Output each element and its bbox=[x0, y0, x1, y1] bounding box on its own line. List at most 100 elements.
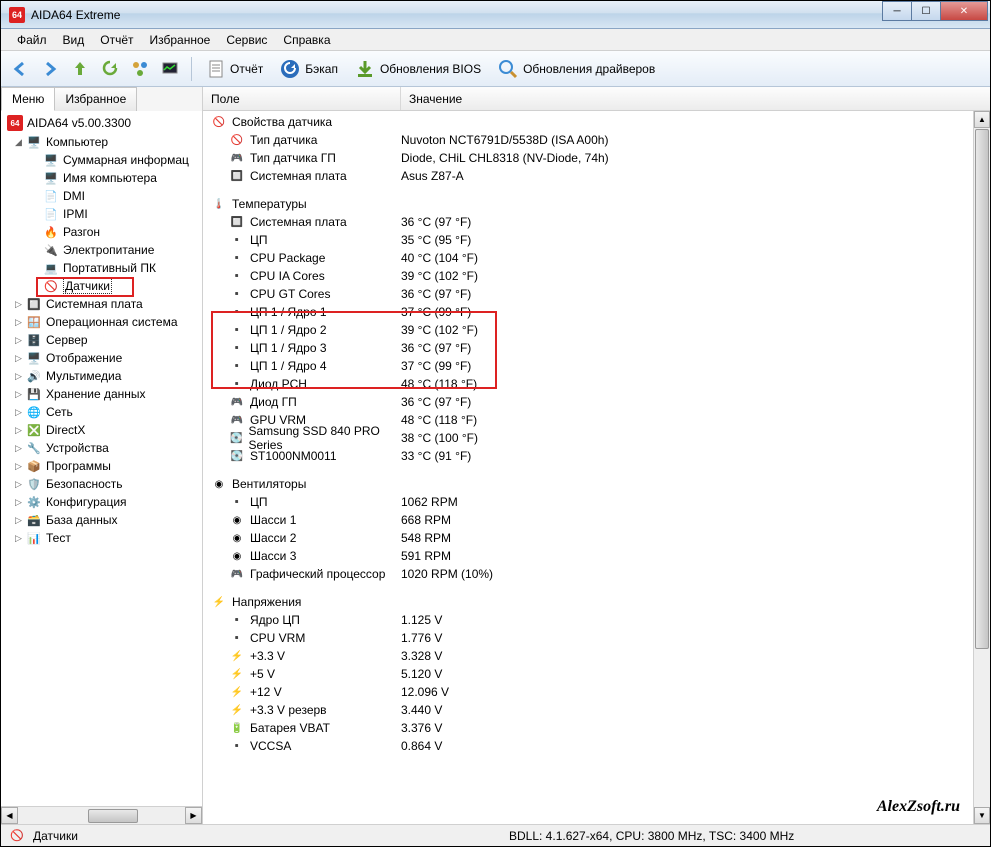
data-row[interactable]: ▪️CPU VRM1.776 V bbox=[211, 629, 990, 647]
data-row[interactable]: 🎮Тип датчика ГПDiode, CHiL CHL8318 (NV-D… bbox=[211, 149, 990, 167]
menu-report[interactable]: Отчёт bbox=[92, 30, 141, 50]
tree-test[interactable]: ▷📊Тест bbox=[1, 529, 202, 547]
data-row[interactable]: ▪️Диод PCH48 °C (118 °F) bbox=[211, 375, 990, 393]
maximize-button[interactable]: ☐ bbox=[911, 1, 941, 21]
expand-icon[interactable]: ▷ bbox=[13, 317, 24, 328]
data-row[interactable]: ▪️VCCSA0.864 V bbox=[211, 737, 990, 755]
expand-icon[interactable]: ▷ bbox=[13, 335, 24, 346]
toolbar-icon-monitor[interactable] bbox=[157, 56, 183, 82]
expand-icon[interactable]: ▷ bbox=[13, 389, 24, 400]
expand-icon[interactable]: ▷ bbox=[13, 407, 24, 418]
scroll-down-button[interactable]: ▼ bbox=[974, 807, 990, 824]
data-row[interactable]: ◉Шасси 2548 RPM bbox=[211, 529, 990, 547]
tree-item-summary[interactable]: 🖥️Суммарная информац bbox=[1, 151, 202, 169]
data-row[interactable]: ▪️ЦП 1 / Ядро 137 °C (99 °F) bbox=[211, 303, 990, 321]
data-row[interactable]: ◉Шасси 3591 RPM bbox=[211, 547, 990, 565]
back-button[interactable] bbox=[7, 56, 33, 82]
expand-icon[interactable]: ▷ bbox=[13, 353, 24, 364]
data-row[interactable]: ▪️CPU Package40 °C (104 °F) bbox=[211, 249, 990, 267]
refresh-button[interactable] bbox=[97, 56, 123, 82]
expand-icon[interactable]: ▷ bbox=[13, 299, 24, 310]
tree-software[interactable]: ▷📦Программы bbox=[1, 457, 202, 475]
tree-config[interactable]: ▷⚙️Конфигурация bbox=[1, 493, 202, 511]
backup-button[interactable]: Бэкап bbox=[273, 55, 344, 83]
tree-display[interactable]: ▷🖥️Отображение bbox=[1, 349, 202, 367]
tree-directx[interactable]: ▷❎DirectX bbox=[1, 421, 202, 439]
tree-storage[interactable]: ▷💾Хранение данных bbox=[1, 385, 202, 403]
tree-devices[interactable]: ▷🔧Устройства bbox=[1, 439, 202, 457]
tree-root[interactable]: 64 AIDA64 v5.00.3300 bbox=[1, 113, 202, 133]
expand-icon[interactable]: ▷ bbox=[13, 515, 24, 526]
horizontal-scrollbar[interactable]: ◀ ▶ bbox=[1, 806, 202, 824]
data-row[interactable]: 🔲Системная платаAsus Z87-A bbox=[211, 167, 990, 185]
data-row[interactable]: ▪️ЦП35 °C (95 °F) bbox=[211, 231, 990, 249]
menu-file[interactable]: Файл bbox=[9, 30, 55, 50]
close-button[interactable]: ✕ bbox=[940, 1, 988, 21]
data-row[interactable]: 🎮Диод ГП36 °C (97 °F) bbox=[211, 393, 990, 411]
tree[interactable]: 64 AIDA64 v5.00.3300 ◢ 🖥️ Компьютер 🖥️Су… bbox=[1, 111, 202, 806]
menu-view[interactable]: Вид bbox=[55, 30, 93, 50]
menu-favorites[interactable]: Избранное bbox=[142, 30, 219, 50]
tab-menu[interactable]: Меню bbox=[1, 87, 55, 111]
data-row[interactable]: ⚡+5 V5.120 V bbox=[211, 665, 990, 683]
data-row[interactable]: 🔲Системная плата36 °C (97 °F) bbox=[211, 213, 990, 231]
bios-update-button[interactable]: Обновления BIOS bbox=[348, 55, 487, 83]
expand-icon[interactable]: ▷ bbox=[13, 479, 24, 490]
tree-motherboard[interactable]: ▷🔲Системная плата bbox=[1, 295, 202, 313]
up-button[interactable] bbox=[67, 56, 93, 82]
expand-icon[interactable]: ▷ bbox=[13, 497, 24, 508]
menu-service[interactable]: Сервис bbox=[218, 30, 275, 50]
tree-multimedia[interactable]: ▷🔊Мультимедиа bbox=[1, 367, 202, 385]
data-row[interactable]: 🚫Тип датчикаNuvoton NCT6791D/5538D (ISA … bbox=[211, 131, 990, 149]
tree-computer[interactable]: ◢ 🖥️ Компьютер bbox=[1, 133, 202, 151]
scroll-right-button[interactable]: ▶ bbox=[185, 807, 202, 824]
report-button[interactable]: Отчёт bbox=[200, 55, 269, 83]
data-row[interactable]: ▪️CPU GT Cores36 °C (97 °F) bbox=[211, 285, 990, 303]
data-row[interactable]: 🔋Батарея VBAT3.376 V bbox=[211, 719, 990, 737]
tab-favorites[interactable]: Избранное bbox=[54, 87, 137, 111]
collapse-icon[interactable]: ◢ bbox=[13, 137, 24, 148]
data-row[interactable]: 🎮Графический процессор1020 RPM (10%) bbox=[211, 565, 990, 583]
data-row[interactable]: ▪️ЦП1062 RPM bbox=[211, 493, 990, 511]
driver-update-button[interactable]: Обновления драйверов bbox=[491, 55, 661, 83]
minimize-button[interactable]: ─ bbox=[882, 1, 912, 21]
tree-os[interactable]: ▷🪟Операционная система bbox=[1, 313, 202, 331]
column-field[interactable]: Поле bbox=[203, 87, 401, 110]
toolbar-icon-processes[interactable] bbox=[127, 56, 153, 82]
scroll-up-button[interactable]: ▲ bbox=[974, 111, 990, 128]
data-row[interactable]: ⚡+3.3 V3.328 V bbox=[211, 647, 990, 665]
tree-security[interactable]: ▷🛡️Безопасность bbox=[1, 475, 202, 493]
scroll-thumb[interactable] bbox=[88, 809, 138, 823]
data-row[interactable]: ⚡+3.3 V резерв3.440 V bbox=[211, 701, 990, 719]
menu-help[interactable]: Справка bbox=[275, 30, 338, 50]
data-row[interactable]: ▪️CPU IA Cores39 °C (102 °F) bbox=[211, 267, 990, 285]
forward-button[interactable] bbox=[37, 56, 63, 82]
scroll-left-button[interactable]: ◀ bbox=[1, 807, 18, 824]
content[interactable]: 🚫Свойства датчика🚫Тип датчикаNuvoton NCT… bbox=[203, 111, 990, 824]
tree-database[interactable]: ▷🗃️База данных bbox=[1, 511, 202, 529]
tree-item-dmi[interactable]: 📄DMI bbox=[1, 187, 202, 205]
data-row[interactable]: ▪️ЦП 1 / Ядро 239 °C (102 °F) bbox=[211, 321, 990, 339]
expand-icon[interactable]: ▷ bbox=[13, 371, 24, 382]
data-row[interactable]: ⚡+12 V12.096 V bbox=[211, 683, 990, 701]
data-row[interactable]: 💽Samsung SSD 840 PRO Series38 °C (100 °F… bbox=[211, 429, 990, 447]
data-row[interactable]: ▪️Ядро ЦП1.125 V bbox=[211, 611, 990, 629]
expand-icon[interactable]: ▷ bbox=[13, 461, 24, 472]
scroll-thumb[interactable] bbox=[975, 129, 989, 649]
expand-icon[interactable]: ▷ bbox=[13, 443, 24, 454]
data-row[interactable]: ▪️ЦП 1 / Ядро 336 °C (97 °F) bbox=[211, 339, 990, 357]
column-value[interactable]: Значение bbox=[401, 87, 990, 110]
data-row[interactable]: ▪️ЦП 1 / Ядро 437 °C (99 °F) bbox=[211, 357, 990, 375]
tree-item-ipmi[interactable]: 📄IPMI bbox=[1, 205, 202, 223]
tree-network[interactable]: ▷🌐Сеть bbox=[1, 403, 202, 421]
tree-item-overclock[interactable]: 🔥Разгон bbox=[1, 223, 202, 241]
expand-icon[interactable]: ▷ bbox=[13, 533, 24, 544]
expand-icon[interactable]: ▷ bbox=[13, 425, 24, 436]
data-row[interactable]: ◉Шасси 1668 RPM bbox=[211, 511, 990, 529]
tree-item-power[interactable]: 🔌Электропитание bbox=[1, 241, 202, 259]
data-row[interactable]: 💽ST1000NM001133 °C (91 °F) bbox=[211, 447, 990, 465]
tree-server[interactable]: ▷🗄️Сервер bbox=[1, 331, 202, 349]
tree-item-sensors[interactable]: 🚫Датчики bbox=[1, 277, 202, 295]
tree-item-computername[interactable]: 🖥️Имя компьютера bbox=[1, 169, 202, 187]
tree-item-portable[interactable]: 💻Портативный ПК bbox=[1, 259, 202, 277]
